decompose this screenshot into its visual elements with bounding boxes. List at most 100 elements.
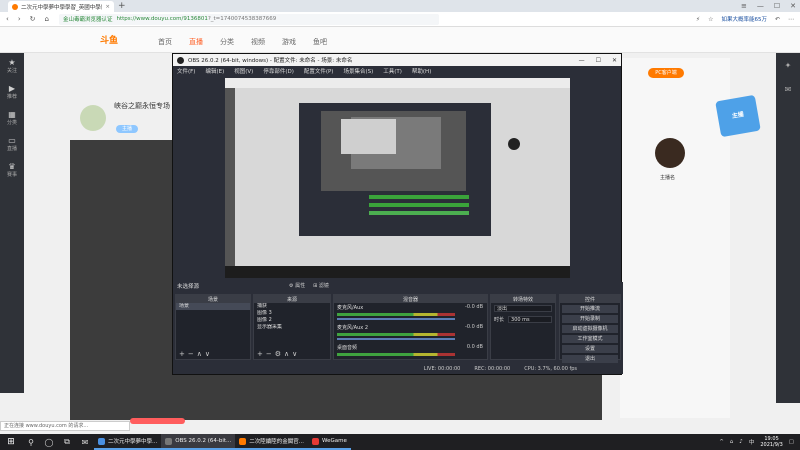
more-icon[interactable]: ⋯ [788, 16, 794, 23]
network-icon[interactable]: ⌂ [730, 439, 734, 445]
nav-item-video[interactable]: 视频 [251, 37, 265, 47]
virtual-camera-button[interactable]: 启动虚拟摄像机 [562, 325, 618, 333]
browser-tabbar: 二次元中學夢中學學習_英國中學留學 × + ≡ — ☐ ✕ [0, 0, 800, 12]
properties-button[interactable]: ⚙ 属性 [289, 282, 305, 289]
star-icon[interactable]: ☆ [708, 16, 713, 23]
browser-icon [98, 437, 105, 445]
transitions-dock: 转场特效 淡出 时长 300 ms [490, 294, 556, 360]
obs-logo-icon [177, 56, 184, 64]
windows-start-icon[interactable]: ⊞ [0, 434, 22, 450]
close-icon[interactable]: ✕ [612, 57, 617, 64]
volume-icon[interactable]: ♪ [739, 439, 743, 445]
start-recording-button[interactable]: 开始录制 [562, 315, 618, 323]
menu-profile[interactable]: 配置文件(P) [304, 67, 334, 75]
obs-preview[interactable] [225, 78, 570, 278]
sidebar-item-live[interactable]: ▭ 直播 [0, 131, 24, 157]
home-icon[interactable]: ⌂ [45, 15, 49, 23]
menu-view[interactable]: 视图(V) [234, 67, 253, 75]
hot-search-text[interactable]: 如果大概率能65万 [721, 15, 767, 23]
back-icon[interactable]: ‹ [6, 15, 9, 23]
close-window-icon[interactable]: ✕ [790, 2, 796, 10]
taskbar-app-game[interactable]: 二次陸續陸的金閣官... [235, 434, 309, 450]
browser-tab[interactable]: 二次元中學夢中學學習_英國中學留學 × [8, 1, 114, 12]
chat-icon[interactable]: ✉ [776, 77, 800, 101]
obs-title-bar: OBS 26.0.2 (64-bit, windows) - 配置文件: 未命名… [173, 54, 621, 66]
close-tab-icon[interactable]: × [105, 4, 110, 10]
forward-icon[interactable]: › [18, 15, 21, 23]
menu-file[interactable]: 文件(F) [177, 67, 195, 75]
transition-select[interactable]: 淡出 [494, 305, 552, 312]
filters-button[interactable]: ⊞ 滤镜 [313, 282, 329, 289]
site-sidebar: ★ 关注 ▶ 推荐 ▦ 分类 ▭ 直播 ♛ 赛事 [0, 53, 24, 393]
maximize-icon[interactable]: ☐ [774, 2, 780, 10]
start-streaming-button[interactable]: 开始推流 [562, 305, 618, 313]
notification-icon[interactable]: ▢ [789, 439, 794, 445]
scene-item[interactable]: 场景 [176, 303, 250, 310]
menu-icon[interactable]: ≡ [741, 2, 747, 10]
nav-item-fishbar[interactable]: 鱼吧 [313, 37, 327, 47]
nav-item-home[interactable]: 首页 [158, 37, 172, 47]
pc-client-button[interactable]: PC客户端 [648, 68, 684, 78]
menu-scene-collection[interactable]: 场景集合(S) [343, 67, 373, 75]
controls-dock: 控件 开始推流 开始录制 启动虚拟摄像机 工作室模式 设置 退出 [559, 294, 621, 363]
volume-meter [337, 353, 455, 356]
mail-icon[interactable]: ✉ [76, 434, 94, 450]
scene-tools[interactable]: +−∧∨ [179, 350, 213, 358]
obs-icon [165, 437, 173, 445]
menu-tools[interactable]: 工具(T) [383, 67, 402, 75]
source-item[interactable]: 捕获 [254, 303, 330, 310]
duration-input[interactable]: 300 ms [508, 316, 552, 323]
studio-mode-button[interactable]: 工作室模式 [562, 335, 618, 343]
nav-item-category[interactable]: 分类 [220, 37, 234, 47]
tag-chip[interactable]: 主播 [116, 125, 138, 133]
sidebar-item-events[interactable]: ♛ 赛事 [0, 157, 24, 183]
browser-status-bar: 正在连接 www.douyu.com 的请求... [0, 421, 130, 431]
refresh-icon[interactable]: ↻ [30, 15, 36, 23]
source-tools[interactable]: +−⚙∧∨ [257, 350, 300, 358]
minimize-icon[interactable]: — [757, 2, 764, 10]
menu-help[interactable]: 帮助(H) [412, 67, 431, 75]
clock-date: 2021/9/3 [760, 442, 783, 448]
ime-icon[interactable]: 中 [749, 438, 755, 446]
live-status: LIVE: 00:00:00 [423, 366, 461, 372]
url-field[interactable]: 金山毒霸浏览器认证 https://www.douyu.com/9136801 … [58, 13, 439, 25]
new-tab-button[interactable]: + [118, 1, 126, 11]
play-icon: ▶ [8, 84, 16, 93]
exit-button[interactable]: 退出 [562, 355, 618, 363]
taskbar-app-obs[interactable]: OBS 26.0.2 (64-bit... [161, 434, 236, 450]
menu-edit[interactable]: 编辑(E) [205, 67, 224, 75]
clock[interactable]: 19:05 2021/9/3 [760, 436, 782, 448]
gift-icon[interactable]: ✦ [776, 53, 800, 77]
tv-icon: ▭ [8, 136, 16, 145]
task-view-icon[interactable]: ◯ [40, 434, 58, 450]
volume-slider[interactable] [337, 318, 455, 320]
source-item[interactable]: 图像 2 [254, 317, 330, 324]
wegame-icon [312, 437, 320, 445]
streamer-avatar[interactable] [80, 105, 106, 131]
taskbar-app-wegame[interactable]: WeGame [308, 434, 351, 450]
sidebar-item-follow[interactable]: ★ 关注 [0, 53, 24, 79]
taskbar-app-browser[interactable]: 二次元中學夢中學... [94, 434, 162, 450]
nav-item-live[interactable]: 直播 [189, 37, 203, 47]
sidebar-item-category[interactable]: ▦ 分类 [0, 105, 24, 131]
volume-slider[interactable] [337, 338, 455, 340]
undo-icon[interactable]: ↶ [775, 16, 780, 23]
lightning-icon[interactable]: ⚡ [696, 16, 700, 23]
red-banner[interactable] [130, 418, 185, 424]
site-logo[interactable]: 斗鱼 [100, 33, 118, 46]
sidebar-item-recommend[interactable]: ▶ 推荐 [0, 79, 24, 105]
menu-docks[interactable]: 停靠部件(D) [263, 67, 294, 75]
source-item[interactable]: 图像 3 [254, 310, 330, 317]
filter-icon: ⊞ [313, 283, 318, 289]
promo-badge[interactable]: 主播 [715, 94, 761, 138]
minimize-icon[interactable]: — [579, 57, 585, 64]
taskview-icon[interactable]: ⧉ [58, 434, 76, 450]
maximize-icon[interactable]: ☐ [596, 57, 601, 64]
source-item[interactable]: 显示器采集 [254, 324, 330, 331]
search-icon[interactable]: ⚲ [22, 434, 40, 450]
settings-button[interactable]: 设置 [562, 345, 618, 353]
right-streamer-avatar[interactable] [655, 138, 685, 168]
up-arrow-icon[interactable]: ^ [719, 439, 724, 445]
volume-meter [337, 333, 455, 336]
nav-item-game[interactable]: 游戏 [282, 37, 296, 47]
